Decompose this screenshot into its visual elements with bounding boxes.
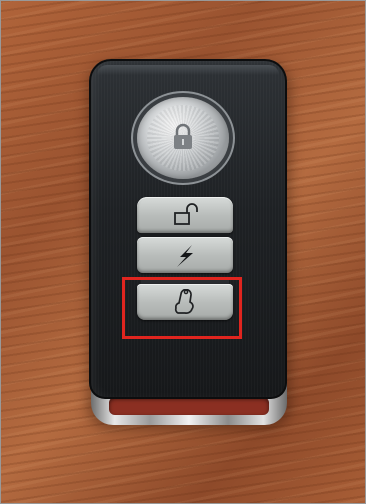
photo-scene xyxy=(0,0,366,504)
lock-button[interactable] xyxy=(137,97,229,179)
lock-icon xyxy=(171,123,195,151)
lightning-icon xyxy=(174,244,196,268)
fob-top-edge xyxy=(97,65,279,75)
highlight-box xyxy=(122,277,242,339)
keyring-slot xyxy=(109,397,269,415)
alarm-button[interactable] xyxy=(137,237,233,273)
unlock-icon xyxy=(173,203,199,227)
unlock-button[interactable] xyxy=(137,197,233,233)
